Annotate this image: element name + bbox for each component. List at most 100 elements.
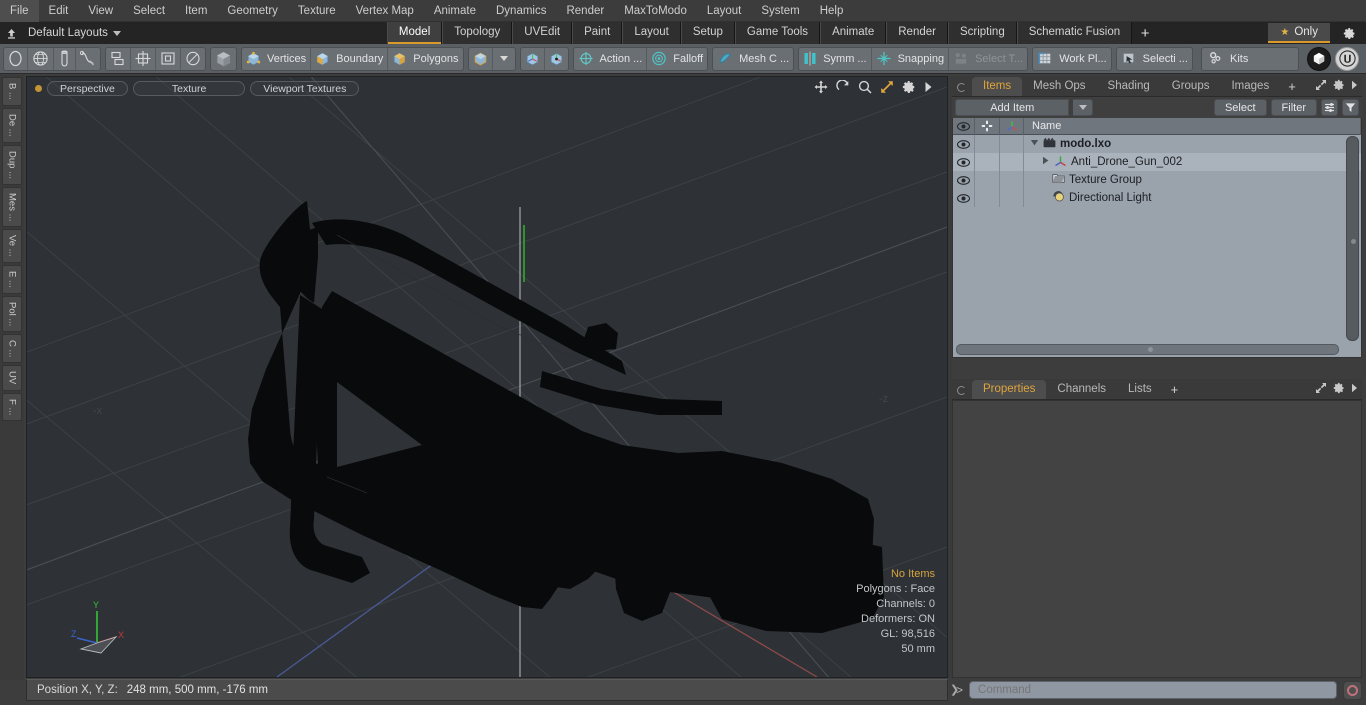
gear-icon[interactable]	[902, 80, 916, 97]
move-icon[interactable]	[814, 80, 828, 97]
row-axis-cell[interactable]	[1000, 171, 1024, 189]
gear-icon[interactable]	[1333, 382, 1345, 397]
cube-mode-icon[interactable]	[469, 47, 493, 70]
home-arrow-icon[interactable]	[0, 22, 22, 44]
eye-icon[interactable]	[953, 118, 975, 135]
axis-icon[interactable]	[1000, 118, 1024, 135]
scrollbar-knob[interactable]	[1147, 347, 1153, 352]
viewport-menu-dot-icon[interactable]	[35, 84, 42, 92]
play-arrow-icon[interactable]	[924, 81, 933, 96]
default-layouts-dropdown[interactable]: Default Layouts	[22, 27, 129, 39]
gear-icon[interactable]	[1333, 79, 1345, 94]
tab-channels[interactable]: Channels	[1046, 380, 1118, 399]
layout-tab-animate[interactable]: Animate	[820, 22, 887, 44]
menu-item-dynamics[interactable]: Dynamics	[486, 0, 556, 22]
table-row[interactable]: Anti_Drone_Gun_002	[953, 153, 1361, 171]
solid-cube-icon[interactable]	[211, 48, 236, 70]
layout-tab-render[interactable]: Render	[886, 22, 948, 44]
twisty-closed-icon[interactable]	[1041, 156, 1050, 168]
zoom-icon[interactable]	[858, 80, 872, 97]
menu-item-system[interactable]: System	[751, 0, 809, 22]
center-pivot-alt-icon[interactable]	[545, 48, 568, 70]
row-visibility-eye-icon[interactable]	[953, 171, 975, 189]
menu-item-view[interactable]: View	[78, 0, 123, 22]
vtab-mesh-edit[interactable]: Mes ...	[2, 186, 22, 228]
radial-icon[interactable]	[181, 48, 205, 70]
menu-item-geometry[interactable]: Geometry	[217, 0, 288, 22]
menu-item-help[interactable]: Help	[810, 0, 854, 22]
gear-icon[interactable]	[1336, 24, 1362, 42]
tab-items[interactable]: Items	[972, 77, 1023, 96]
only-button[interactable]: ★ Only	[1268, 23, 1330, 43]
row-lock-cell[interactable]	[975, 153, 1000, 171]
select-button[interactable]: Select	[1213, 99, 1267, 116]
center-icon[interactable]	[131, 47, 156, 70]
menu-item-animate[interactable]: Animate	[424, 0, 486, 22]
center-pivot-icon[interactable]	[521, 47, 545, 70]
selection-set-button[interactable]: Selecti ...	[1117, 48, 1192, 70]
layout-tab-setup[interactable]: Setup	[680, 22, 735, 44]
row-lock-cell[interactable]	[975, 135, 1000, 153]
layout-tab-model[interactable]: Model	[386, 22, 443, 44]
tab-lists[interactable]: Lists	[1117, 380, 1163, 399]
item-mode-dropdown[interactable]	[493, 48, 515, 70]
item-list[interactable]: Name modo.lxo Anti_Drone_Gun_002 Texture…	[952, 118, 1362, 358]
vtab-fusion[interactable]: F ...	[2, 392, 22, 421]
add-layout-tab-button[interactable]: +	[1132, 22, 1159, 44]
item-row-texture-group[interactable]: Texture Group	[1024, 173, 1142, 187]
tab-groups[interactable]: Groups	[1160, 77, 1221, 96]
vtab-uv[interactable]: UV	[2, 365, 22, 391]
properties-content-area[interactable]	[952, 400, 1362, 678]
layout-tab-game-tools[interactable]: Game Tools	[734, 22, 821, 44]
vtab-vertex[interactable]: Ve ...	[2, 229, 22, 263]
filter-button[interactable]: Filter	[1270, 99, 1317, 116]
symmetry-button[interactable]: Symm ...	[799, 47, 872, 70]
vtab-duplicate[interactable]: Dup ...	[2, 144, 22, 185]
snapping-button[interactable]: Snapping	[872, 47, 950, 70]
capsule-icon[interactable]	[54, 47, 76, 70]
fit-icon[interactable]	[880, 80, 894, 97]
vtab-edge[interactable]: E ...	[2, 264, 22, 294]
vtab-basic[interactable]: B ...	[2, 77, 22, 106]
panel-more-arrow-icon[interactable]	[1351, 80, 1358, 93]
lock-pin-icon[interactable]	[975, 118, 1000, 135]
list-options-icon[interactable]	[1321, 99, 1338, 116]
align-icon[interactable]	[106, 47, 131, 70]
menu-item-texture[interactable]: Texture	[288, 0, 346, 22]
tab-properties[interactable]: Properties	[972, 380, 1047, 399]
modo-cube-icon[interactable]	[1307, 46, 1331, 71]
menu-item-maxtomodo[interactable]: MaxToModo	[614, 0, 697, 22]
table-row[interactable]: Texture Group	[953, 171, 1361, 189]
viewport-view-type[interactable]: Perspective	[47, 80, 128, 96]
add-item-button[interactable]: Add Item	[955, 99, 1070, 116]
item-row-mesh[interactable]: Anti_Drone_Gun_002	[1024, 155, 1182, 170]
table-row[interactable]: modo.lxo	[953, 135, 1361, 153]
viewport-shading-type[interactable]: Texture	[132, 80, 246, 96]
expand-panel-icon[interactable]	[1315, 382, 1327, 397]
layout-tab-topology[interactable]: Topology	[442, 22, 513, 44]
viewport-3d[interactable]: -x -z Perspective Texture Viewport Textu…	[26, 76, 948, 678]
rotate-icon[interactable]	[836, 79, 850, 97]
viewport-textures-type[interactable]: Viewport Textures	[250, 80, 360, 96]
vtab-curve[interactable]: C ...	[2, 333, 22, 364]
layout-tab-schematic-fusion[interactable]: Schematic Fusion	[1016, 22, 1133, 44]
command-input[interactable]	[969, 681, 1337, 699]
ellipse-icon[interactable]	[4, 47, 28, 70]
menu-item-vertex-map[interactable]: Vertex Map	[346, 0, 424, 22]
row-axis-cell[interactable]	[1000, 153, 1024, 171]
add-properties-tab-button[interactable]: +	[1163, 381, 1187, 399]
boundary-mode-button[interactable]: Boundary	[311, 47, 389, 70]
menu-item-layout[interactable]: Layout	[697, 0, 752, 22]
table-row[interactable]: Directional Light	[953, 189, 1361, 207]
menu-item-file[interactable]: File	[0, 0, 39, 22]
panel-menu-dot-icon[interactable]	[957, 386, 966, 395]
row-lock-cell[interactable]	[975, 171, 1000, 189]
tab-images[interactable]: Images	[1220, 77, 1281, 96]
work-plane-button[interactable]: Work Pl...	[1033, 48, 1110, 70]
menu-item-item[interactable]: Item	[175, 0, 217, 22]
expand-panel-icon[interactable]	[1315, 79, 1327, 94]
funnel-icon[interactable]	[1342, 99, 1359, 116]
row-visibility-eye-icon[interactable]	[953, 189, 975, 207]
record-icon[interactable]	[1343, 680, 1362, 700]
panel-menu-dot-icon[interactable]	[957, 83, 966, 92]
